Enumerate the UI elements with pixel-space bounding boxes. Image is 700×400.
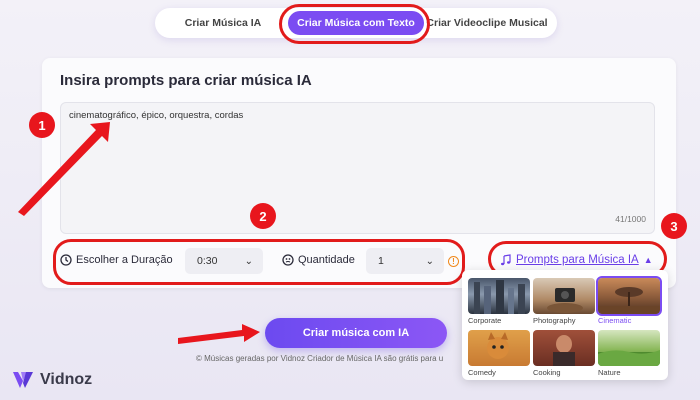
annotation-badge-1: 1: [29, 112, 55, 138]
thumb-caption-cooking: Cooking: [533, 368, 561, 377]
logo-text: Vidnoz: [40, 371, 93, 388]
duration-label-text: Escolher a Duração: [76, 254, 173, 266]
thumb-caption-nature: Nature: [598, 368, 621, 377]
tab-criar-videoclipe-musical[interactable]: Criar Videoclipe Musical: [424, 11, 550, 35]
quantity-label: Quantidade: [282, 254, 355, 266]
annotation-arrow-4: [178, 324, 260, 344]
char-counter: 41/1000: [615, 214, 646, 224]
vidnoz-logo[interactable]: Vidnoz: [12, 370, 92, 390]
annotation-badge-2: 2: [250, 203, 276, 229]
quantity-icon: [282, 254, 294, 266]
thumb-photography[interactable]: [533, 278, 595, 314]
chevron-up-icon: ▲: [643, 255, 653, 265]
tab-criar-musica-com-texto[interactable]: Criar Música com Texto: [288, 11, 424, 35]
quantity-value: 1: [378, 255, 384, 267]
prompt-text-value: cinematográfico, épico, orquestra, corda…: [69, 110, 244, 121]
prompts-link-text: Prompts para Música IA: [516, 254, 639, 266]
tab-criar-musica-ia[interactable]: Criar Música IA: [158, 11, 288, 35]
duration-label: Escolher a Duração: [60, 254, 173, 266]
thumb-caption-cinematic: Cinematic: [598, 316, 632, 325]
mode-tabs: Criar Música IA Criar Música com Texto C…: [155, 8, 557, 38]
duration-select[interactable]: 0:30 ⌄: [185, 248, 263, 274]
page-title: Insira prompts para criar música IA: [60, 72, 312, 89]
thumb-nature[interactable]: [598, 330, 660, 366]
vidnoz-logo-icon: [13, 372, 33, 388]
music-note-icon: [501, 254, 511, 266]
prompts-link[interactable]: Prompts para Música IA ▲: [500, 254, 653, 266]
quantity-select[interactable]: 1 ⌄: [366, 248, 444, 274]
thumb-comedy[interactable]: [468, 330, 530, 366]
thumb-caption-corporate: Corporate: [468, 316, 502, 325]
chevron-down-icon: ⌄: [244, 255, 253, 267]
thumb-caption-photography: Photography: [533, 316, 576, 325]
footnote: © Músicas geradas por Vidnoz Criador de …: [196, 354, 466, 363]
duration-value: 0:30: [197, 255, 218, 267]
thumb-cinematic[interactable]: [596, 276, 662, 316]
chevron-down-icon: ⌄: [425, 255, 434, 267]
create-music-button[interactable]: Criar música com IA: [265, 318, 447, 348]
quantity-label-text: Quantidade: [298, 254, 355, 266]
info-icon[interactable]: !: [448, 256, 459, 267]
thumb-cooking[interactable]: [533, 330, 595, 366]
footnote-text: Músicas geradas por Vidnoz Criador de Mú…: [204, 354, 444, 363]
prompt-textarea[interactable]: [60, 102, 655, 234]
annotation-badge-3: 3: [661, 213, 687, 239]
clock-icon: [60, 254, 72, 266]
thumb-corporate[interactable]: [468, 278, 530, 314]
thumb-caption-comedy: Comedy: [468, 368, 496, 377]
copyright-icon: ©: [196, 354, 202, 363]
